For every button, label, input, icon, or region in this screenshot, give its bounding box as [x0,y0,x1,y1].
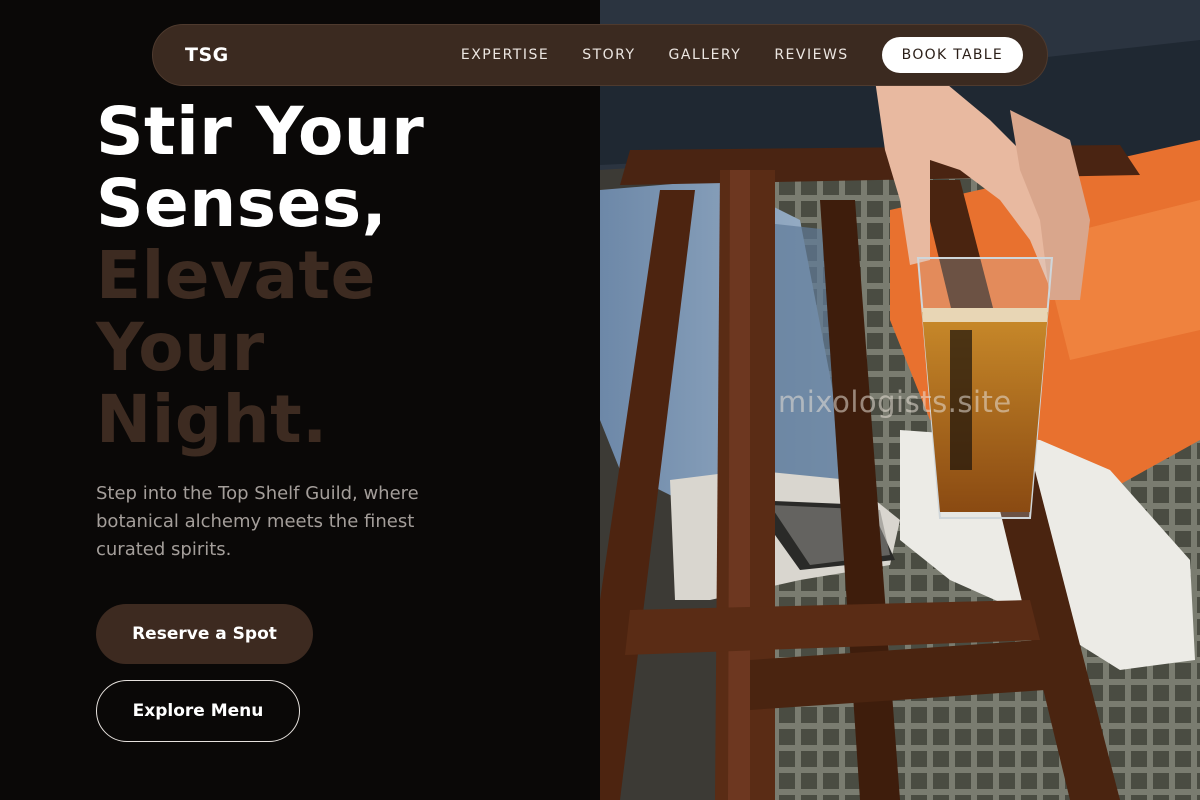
headline-line-5: Night. [96,381,328,458]
reserve-spot-button[interactable]: Reserve a Spot [96,604,313,664]
explore-menu-button[interactable]: Explore Menu [96,680,300,742]
brand-logo[interactable]: TSG [185,44,229,66]
hero-headline: Stir Your Senses, Elevate Your Night. [96,96,424,456]
watermark-text: mixologists.site [778,385,1012,419]
headline-line-1: Stir Your [96,93,425,170]
headline-line-2: Senses, [96,165,388,242]
headline-line-3: Elevate [96,237,376,314]
nav-link-gallery[interactable]: GALLERY [669,47,742,63]
nav-links: EXPERTISE STORY GALLERY REVIEWS BOOK TAB… [461,37,1023,73]
headline-line-4: Your [96,309,265,386]
navbar: TSG EXPERTISE STORY GALLERY REVIEWS BOOK… [152,24,1048,86]
nav-link-story[interactable]: STORY [582,47,635,63]
hero-subtitle: Step into the Top Shelf Guild, where bot… [96,483,419,560]
book-table-button[interactable]: BOOK TABLE [881,37,1023,73]
nav-link-expertise[interactable]: EXPERTISE [461,47,549,63]
nav-link-reviews[interactable]: REVIEWS [774,47,848,63]
